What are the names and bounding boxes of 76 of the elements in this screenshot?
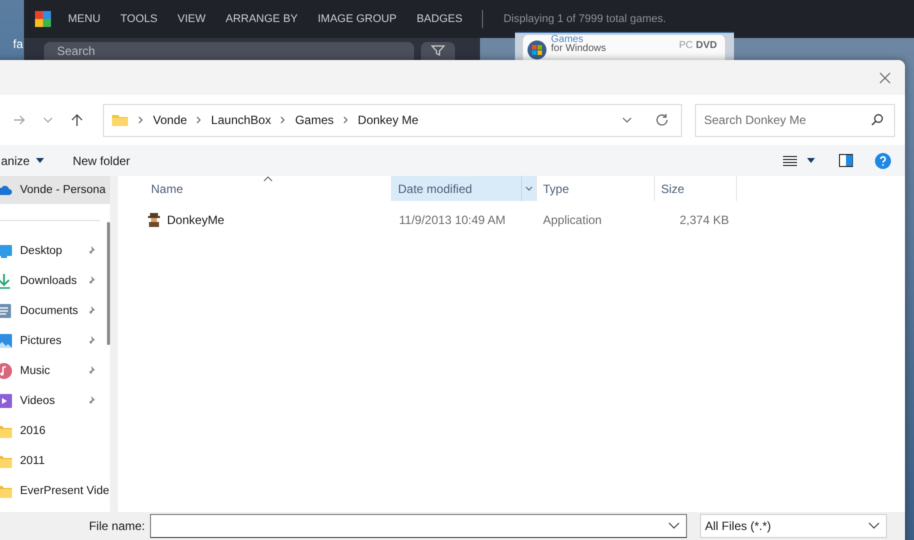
- sidebar-item[interactable]: 2016: [0, 416, 110, 446]
- new-folder-button[interactable]: New folder: [72, 154, 130, 168]
- platform-label: PC: [678, 40, 693, 51]
- box-subtitle: for Windows: [551, 44, 606, 53]
- chevron-down-icon: [868, 522, 880, 530]
- address-bar[interactable]: Vonde LaunchBox Games Donkey Me: [103, 104, 682, 136]
- chevron-right-icon: [137, 116, 145, 124]
- type-cell-text: Application: [542, 213, 603, 227]
- menu-item[interactable]: BADGES: [416, 13, 462, 25]
- chevron-right-icon: [195, 116, 204, 124]
- sidebar-item[interactable]: EverPresent Vide: [0, 476, 110, 506]
- search-icon: [870, 113, 884, 127]
- column-header[interactable]: Size: [655, 176, 737, 201]
- chevron-down-icon: [668, 522, 680, 530]
- sidebar-item[interactable]: Videos: [0, 386, 110, 416]
- menu-item[interactable]: TOOLS: [120, 13, 158, 25]
- folder-icon: [111, 113, 129, 127]
- sidebar-item[interactable]: Vonde - Persona: [0, 176, 110, 204]
- status-text: Displaying 1 of 7999 total games.: [503, 13, 666, 25]
- sidebar-item[interactable]: 2011: [0, 446, 110, 476]
- help-button[interactable]: [875, 152, 891, 168]
- file-type-dropdown[interactable]: All Files (*.*): [700, 514, 887, 538]
- sidebar-item[interactable]: Downloads: [0, 266, 110, 296]
- breadcrumb[interactable]: Games: [295, 113, 334, 127]
- cube-logo-icon: [34, 10, 52, 28]
- menu-item[interactable]: ARRANGE BY: [226, 13, 298, 25]
- caret-icon: [36, 158, 44, 163]
- view-button[interactable]: [783, 154, 797, 166]
- funnel-icon: [431, 45, 445, 56]
- preview-pane-button[interactable]: [839, 154, 853, 167]
- caret-icon: [807, 158, 815, 163]
- close-icon: [879, 72, 891, 84]
- breadcrumb[interactable]: Donkey Me: [358, 113, 418, 127]
- sort-caret-icon: [263, 176, 273, 182]
- column-header[interactable]: Date modified: [392, 176, 537, 201]
- help-icon: [875, 152, 891, 168]
- menu-item[interactable]: VIEW: [177, 13, 206, 25]
- search-field[interactable]: Search Donkey Me: [695, 104, 895, 136]
- close-button[interactable]: [879, 72, 891, 84]
- folder-icon: [0, 453, 12, 469]
- date-cell-text: 11/9/2013 10:49 AM: [398, 213, 507, 227]
- desktop-label: fa: [13, 37, 24, 51]
- folder-icon: [0, 423, 12, 439]
- figure-icon: [146, 212, 162, 228]
- file-name[interactable]: DonkeyMe: [118, 212, 392, 228]
- desktop-icon: [0, 243, 12, 259]
- scrollbar-thumb[interactable]: [107, 222, 110, 345]
- list-view-icon: [783, 154, 797, 166]
- sidebar-item[interactable]: Pictures: [0, 326, 110, 356]
- sidebar-item[interactable]: Music: [0, 356, 110, 386]
- folder-icon: [0, 483, 12, 499]
- refresh-icon: [655, 113, 669, 127]
- sidebar-item[interactable]: Documents: [0, 296, 110, 326]
- downloads-icon: [0, 273, 12, 289]
- breadcrumb[interactable]: LaunchBox: [211, 113, 272, 127]
- field-label: File name:: [88, 518, 145, 533]
- chevron-down-icon: [525, 186, 533, 192]
- menu-item[interactable]: MENU: [68, 13, 100, 25]
- refresh-button[interactable]: [655, 113, 669, 127]
- view-options-button[interactable]: [807, 158, 815, 163]
- forward-arrow-icon: [12, 113, 26, 127]
- organize-menu[interactable]: anize: [1, 154, 44, 168]
- windows-flag-icon: [527, 40, 547, 60]
- up-arrow-icon: [70, 113, 84, 127]
- breadcrumb[interactable]: Vonde: [153, 113, 188, 127]
- column-header[interactable]: Type: [537, 176, 655, 201]
- pane-icon: [839, 154, 853, 167]
- box-title: Games: [551, 35, 584, 44]
- chevron-right-icon: [279, 116, 288, 124]
- pictures-icon: [0, 333, 12, 349]
- size-cell-text: 2,374 KB: [678, 213, 730, 227]
- file-name-field[interactable]: [150, 514, 687, 538]
- sidebar-item[interactable]: Desktop: [0, 236, 110, 266]
- menu-item[interactable]: IMAGE GROUP: [318, 13, 397, 25]
- media-label: DVD: [696, 40, 717, 51]
- chevron-right-icon: [342, 116, 350, 124]
